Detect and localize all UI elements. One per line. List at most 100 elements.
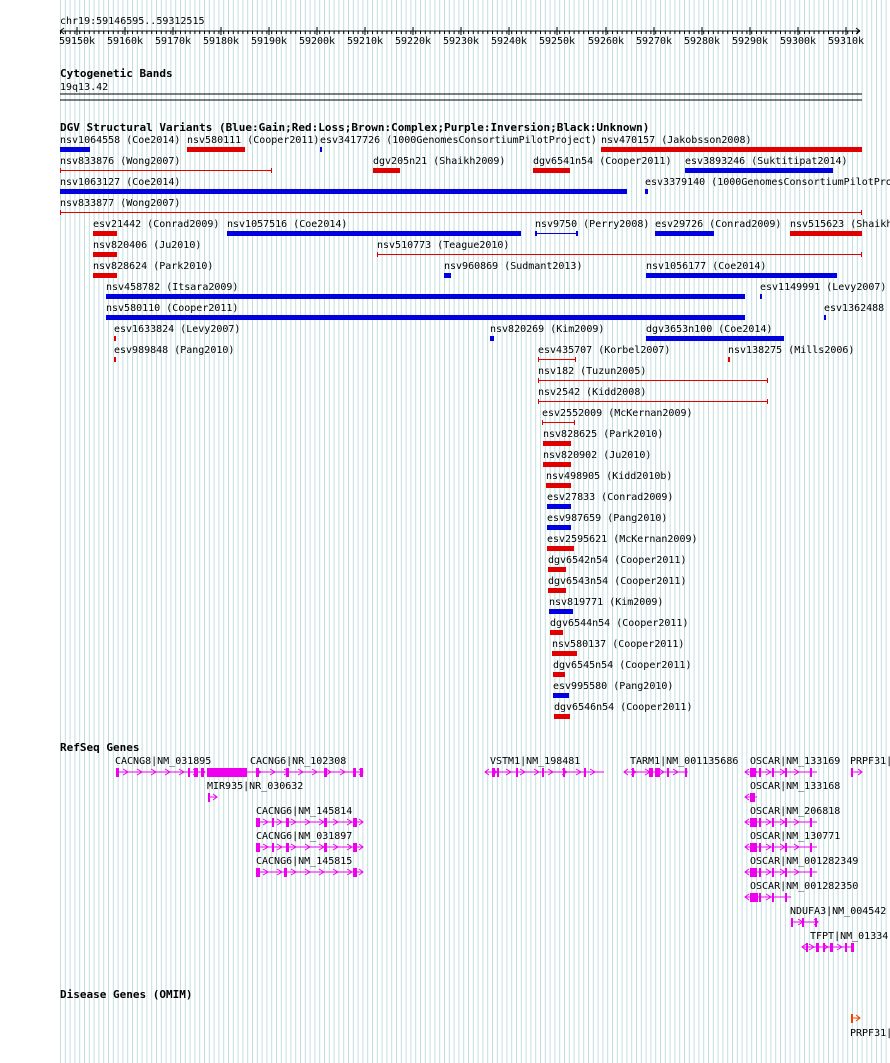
- dgv-feature-label: esv1633824 (Levy2007): [114, 324, 240, 335]
- dgv-feature[interactable]: dgv3653n100 (Coe2014): [646, 324, 784, 341]
- refseq-gene-exon: [750, 843, 757, 852]
- dgv-feature-label: nsv510773 (Teague2010): [377, 240, 509, 251]
- dgv-feature-bar-end: [538, 378, 539, 383]
- dgv-feature-label: esv1149991 (Levy2007): [760, 282, 886, 293]
- refseq-gene[interactable]: TFPT|NM_01334: [801, 931, 888, 952]
- dgv-feature[interactable]: nsv960869 (Sudmant2013): [444, 261, 582, 278]
- refseq-gene-exon: [497, 768, 499, 777]
- dgv-feature[interactable]: nsv580137 (Cooper2011): [552, 639, 684, 656]
- dgv-feature-bar: [547, 525, 571, 530]
- dgv-feature[interactable]: nsv470157 (Jakobsson2008): [601, 135, 862, 152]
- refseq-gene-label: OSCAR|NM_001282349: [750, 856, 858, 867]
- refseq-gene-exon: [256, 843, 260, 852]
- dgv-feature[interactable]: dgv6546n54 (Cooper2011): [554, 702, 692, 719]
- refseq-gene-label: CACNG6|NM_145815: [256, 856, 352, 867]
- dgv-feature[interactable]: nsv510773 (Teague2010): [377, 240, 862, 257]
- refseq-gene[interactable]: PRPF31|: [850, 756, 890, 777]
- dgv-feature-label: nsv828624 (Park2010): [93, 261, 213, 272]
- omim-strand-arrow: [853, 1014, 861, 1022]
- dgv-feature[interactable]: nsv820902 (Ju2010): [543, 450, 651, 467]
- dgv-feature[interactable]: esv27833 (Conrad2009): [547, 492, 673, 509]
- refseq-gene-exon: [353, 843, 357, 852]
- refseq-gene-exon: [207, 768, 247, 777]
- ruler-tick-label: 59210k: [347, 36, 383, 47]
- ruler-tick-label: 59290k: [732, 36, 768, 47]
- dgv-feature-bar: [490, 336, 494, 341]
- dgv-feature-label: nsv960869 (Sudmant2013): [444, 261, 582, 272]
- dgv-feature[interactable]: esv3893246 (Suktitipat2014): [685, 156, 848, 173]
- refseq-gene[interactable]: OSCAR|NM_133168: [744, 781, 840, 802]
- dgv-feature-label: dgv6543n54 (Cooper2011): [548, 576, 686, 587]
- refseq-gene[interactable]: CACNG6|NR_102308: [207, 756, 364, 777]
- ruler-position: chr19:59146595..59312515: [60, 16, 205, 27]
- refseq-gene-exon: [584, 768, 586, 777]
- refseq-gene[interactable]: OSCAR|NM_130771: [744, 831, 840, 852]
- dgv-feature[interactable]: nsv182 (Tuzun2005): [538, 366, 768, 383]
- dgv-feature[interactable]: dgv6544n54 (Cooper2011): [550, 618, 688, 635]
- refseq-gene-exon: [353, 868, 357, 877]
- dgv-track: DGV Structural Variants (Blue:Gain;Red:L…: [60, 121, 890, 719]
- refseq-gene-exon: [772, 893, 774, 902]
- ruler-tick-label: 59150k: [59, 36, 95, 47]
- refseq-gene[interactable]: OSCAR|NM_001282350: [744, 881, 858, 902]
- refseq-gene-exon: [272, 843, 274, 852]
- dgv-feature-label: nsv820902 (Ju2010): [543, 450, 651, 461]
- dgv-feature-bar: [535, 233, 578, 234]
- dgv-feature-bar-end: [538, 357, 539, 362]
- dgv-feature-label: esv987659 (Pang2010): [547, 513, 667, 524]
- refseq-gene-exon: [759, 843, 761, 852]
- refseq-gene[interactable]: CACNG6|NM_145814: [256, 806, 364, 827]
- refseq-gene[interactable]: VSTM1|NM_198481: [484, 756, 604, 777]
- refseq-gene-exon: [492, 768, 495, 777]
- refseq-gene-label: CACNG6|NM_145814: [256, 806, 352, 817]
- refseq-gene[interactable]: OSCAR|NM_133169: [744, 756, 840, 777]
- dgv-feature[interactable]: esv3379140 (1000GenomesConsortiumPilotPr…: [645, 177, 890, 194]
- ruler-tick-label: 59220k: [395, 36, 431, 47]
- dgv-feature-label: nsv1056177 (Coe2014): [646, 261, 766, 272]
- refseq-gene-exon: [759, 868, 761, 877]
- refseq-gene[interactable]: MIR935|NR_030632: [207, 781, 303, 802]
- dgv-feature-bar: [548, 588, 566, 593]
- refseq-gene[interactable]: CACNG6|NM_031897: [256, 831, 364, 852]
- refseq-gene[interactable]: OSCAR|NM_001282349: [744, 856, 858, 877]
- omim-gene[interactable]: PRPF31|: [850, 1014, 890, 1039]
- refseq-gene-label: OSCAR|NM_130771: [750, 831, 840, 842]
- dgv-feature[interactable]: nsv498905 (Kidd2010b): [546, 471, 672, 488]
- dgv-feature[interactable]: nsv1057516 (Coe2014): [227, 219, 521, 236]
- dgv-feature[interactable]: nsv580111 (Cooper2011): [187, 135, 319, 152]
- dgv-feature-bar: [187, 147, 245, 152]
- dgv-feature[interactable]: nsv833876 (Wong2007): [60, 156, 272, 173]
- dgv-feature-label: nsv498905 (Kidd2010b): [546, 471, 672, 482]
- refseq-gene-label: TARM1|NM_001135686: [630, 756, 738, 767]
- refseq-gene-exon: [772, 868, 774, 877]
- dgv-feature[interactable]: nsv2542 (Kidd2008): [538, 387, 768, 404]
- dgv-feature-label: nsv820269 (Kim2009): [490, 324, 604, 335]
- dgv-feature-bar-end: [271, 168, 272, 173]
- dgv-feature[interactable]: nsv515623 (Shaikh: [790, 219, 890, 236]
- refseq-gene-exon: [632, 768, 634, 777]
- refseq-gene-exon: [563, 768, 565, 777]
- dgv-feature-bar: [645, 189, 648, 194]
- dgv-feature-bar-end: [574, 420, 575, 425]
- dgv-feature-bar-end: [60, 168, 61, 173]
- refseq-gene[interactable]: CACNG8|NM_031895: [115, 756, 211, 777]
- dgv-feature-label: nsv580111 (Cooper2011): [187, 135, 319, 146]
- refseq-gene-intron: [116, 768, 205, 776]
- dgv-track-title: DGV Structural Variants (Blue:Gain;Red:L…: [60, 121, 649, 134]
- dgv-feature[interactable]: nsv1056177 (Coe2014): [646, 261, 837, 278]
- dgv-feature-label: esv27833 (Conrad2009): [547, 492, 673, 503]
- dgv-feature-label: esv1362488: [824, 303, 884, 314]
- ruler-tick-label: 59180k: [203, 36, 239, 47]
- dgv-feature-label: dgv6546n54 (Cooper2011): [554, 702, 692, 713]
- dgv-feature[interactable]: nsv1064558 (Coe2014): [60, 135, 180, 152]
- refseq-gene-label: PRPF31|: [850, 756, 890, 767]
- dgv-feature-label: nsv1063127 (Coe2014): [60, 177, 180, 188]
- refseq-gene-label: OSCAR|NM_133169: [750, 756, 840, 767]
- ruler-tick-label: 59190k: [251, 36, 287, 47]
- dgv-feature-label: esv2552009 (McKernan2009): [542, 408, 693, 419]
- dgv-feature-bar: [60, 189, 627, 194]
- refseq-gene[interactable]: OSCAR|NM_206818: [744, 806, 840, 827]
- dgv-feature-label: nsv833877 (Wong2007): [60, 198, 180, 209]
- dgv-feature[interactable]: nsv9750 (Perry2008): [535, 219, 649, 236]
- dgv-feature-bar: [114, 357, 116, 362]
